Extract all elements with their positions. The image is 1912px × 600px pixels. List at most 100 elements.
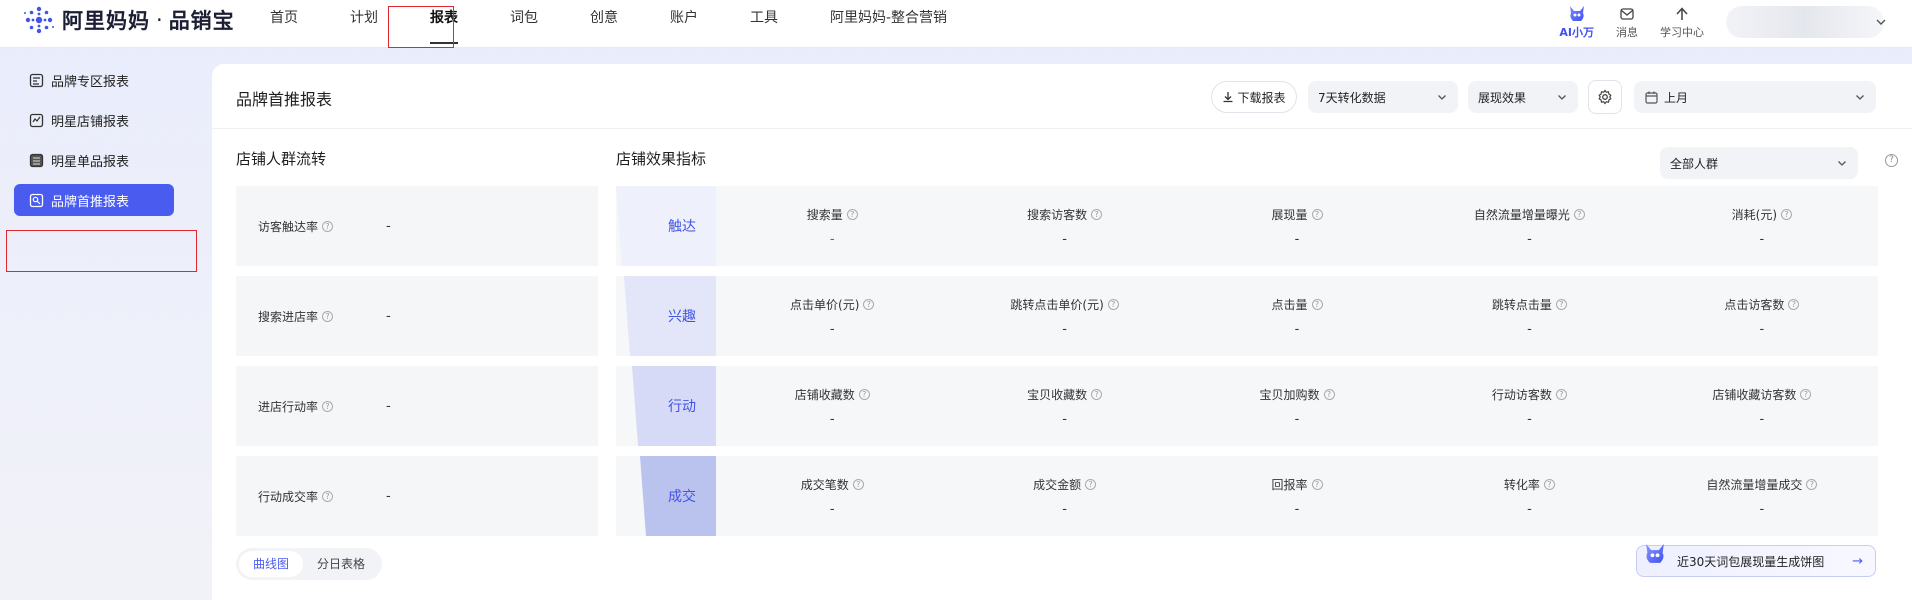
learning-center-button[interactable]: 学习中心 (1660, 0, 1704, 40)
date-range-select[interactable]: 上月 (1634, 81, 1876, 113)
sidebar-highlight-box (6, 230, 197, 272)
nav-item-wordpack[interactable]: 词包 (494, 0, 554, 46)
help-icon[interactable]: ? (322, 310, 334, 322)
stage-deal: 成交 (616, 456, 716, 536)
metric-name-text: 消耗(元) (1731, 208, 1778, 222)
metric-cell[interactable]: 店铺收藏数? - (716, 366, 948, 446)
help-icon[interactable]: ? (1800, 389, 1812, 400)
metric-name-text: 转化率 (1503, 478, 1540, 492)
metric-name: 自然流量增量曝光? (1474, 206, 1585, 224)
sidebar-item-star-product-report[interactable]: 明星单品报表 (14, 144, 174, 176)
help-icon[interactable]: ? (1885, 154, 1898, 167)
help-icon[interactable]: ? (1781, 209, 1793, 220)
nav-item-account[interactable]: 账户 (654, 0, 714, 46)
metric-cell[interactable]: 搜索访客数? - (948, 186, 1180, 266)
help-icon[interactable]: ? (846, 209, 858, 220)
metric-name-text: 宝贝收藏数 (1027, 388, 1088, 402)
metric-cell[interactable]: 消耗(元)? - (1646, 186, 1878, 266)
metric-cell[interactable]: 点击量? - (1181, 276, 1413, 356)
help-icon[interactable]: ? (1323, 389, 1335, 400)
metric-cell[interactable]: 搜索量? - (716, 186, 948, 266)
settings-button[interactable] (1588, 80, 1622, 114)
help-icon[interactable]: ? (1091, 209, 1103, 220)
funnel-stage-shape (624, 276, 716, 356)
metric-cell[interactable]: 点击访客数? - (1646, 276, 1878, 356)
nav-item-tools[interactable]: 工具 (734, 0, 794, 46)
nav-item-home[interactable]: 首页 (254, 0, 314, 46)
metric-cell[interactable]: 宝贝收藏数? - (948, 366, 1180, 446)
metric-cell[interactable]: 成交金额? - (948, 456, 1180, 536)
metric-name: 点击单价(元)? (790, 296, 875, 314)
sidebar-item-label: 品牌专区报表 (51, 74, 130, 90)
metric-value: - (1759, 321, 1765, 337)
metrics-section-title: 店铺效果指标 (616, 150, 707, 168)
tab-line-chart[interactable]: 曲线图 (239, 551, 304, 577)
help-icon[interactable]: ? (852, 479, 864, 490)
help-icon[interactable]: ? (1311, 209, 1323, 220)
metric-cell[interactable]: 自然流量增量成交? - (1646, 456, 1878, 536)
nav-item-integrated-marketing[interactable]: 阿里妈妈-整合营销 (814, 0, 963, 46)
metric-name: 转化率? (1504, 476, 1555, 494)
help-icon[interactable]: ? (322, 400, 334, 412)
metric-name: 跳转点击量? (1492, 296, 1567, 314)
help-icon[interactable]: ? (322, 490, 334, 502)
metric-cell[interactable]: 回报率? - (1181, 456, 1413, 536)
help-icon[interactable]: ? (858, 389, 870, 400)
effect-type-value: 展现效果 (1478, 90, 1527, 105)
help-icon[interactable]: ? (1311, 479, 1323, 490)
sidebar-item-brand-first-push-report[interactable]: 品牌首推报表 (14, 184, 174, 216)
download-report-button[interactable]: 下载报表 (1211, 81, 1297, 113)
help-icon[interactable]: ? (1555, 389, 1567, 400)
tab-daily-table[interactable]: 分日表格 (303, 551, 379, 577)
metric-value: - (1527, 501, 1532, 517)
metric-cell[interactable]: 成交笔数? - (716, 456, 948, 536)
help-icon[interactable]: ? (1555, 299, 1567, 310)
help-icon[interactable]: ? (1806, 479, 1818, 490)
user-account-menu[interactable] (1726, 6, 1886, 38)
metric-value: - (1759, 231, 1765, 247)
logo[interactable]: 阿里妈妈 · 品销宝 (22, 4, 235, 36)
metric-name: 宝贝收藏数? (1027, 386, 1103, 404)
metric-name-text: 店铺收藏访客数 (1712, 388, 1797, 402)
help-icon[interactable]: ? (322, 220, 334, 232)
report-icon (28, 72, 44, 88)
chevron-down-icon (1838, 161, 1846, 166)
ai-suggestion-button[interactable]: 近30天词包展现量生成饼图 → (1636, 543, 1876, 577)
metric-name-text: 成交金额 (1033, 478, 1082, 492)
metric-cell[interactable]: 展现量? - (1181, 186, 1413, 266)
messages-button[interactable]: 消息 (1616, 0, 1638, 40)
help-icon[interactable]: ? (1091, 389, 1103, 400)
metric-cell[interactable]: 行动访客数? - (1413, 366, 1645, 446)
metric-value: - (829, 501, 835, 517)
metric-cell[interactable]: 跳转点击量? - (1413, 276, 1645, 356)
help-icon[interactable]: ? (1107, 299, 1119, 310)
help-icon[interactable]: ? (1085, 479, 1097, 490)
metric-name-text: 行动访客数 (1491, 388, 1552, 402)
metric-row: 兴趣 点击单价(元)? - 跳转点击单价(元)? - 点击量? - 跳转点击量? - 点击访客数?… (616, 276, 1878, 356)
metric-cell[interactable]: 店铺收藏访客数? - (1646, 366, 1878, 446)
header-divider (212, 128, 1912, 129)
effect-type-select[interactable]: 展现效果 (1468, 81, 1578, 113)
sidebar-item-label: 明星单品报表 (51, 154, 130, 170)
sidebar-item-star-store-report[interactable]: 明星店铺报表 (14, 104, 174, 136)
nav-item-creative[interactable]: 创意 (574, 0, 634, 46)
help-icon[interactable]: ? (1543, 479, 1555, 490)
help-icon[interactable]: ? (863, 299, 875, 310)
metric-cell[interactable]: 转化率? - (1413, 456, 1645, 536)
help-icon[interactable]: ? (1573, 209, 1585, 220)
metric-cell[interactable]: 宝贝加购数? - (1181, 366, 1413, 446)
ai-assistant-button[interactable]: AI小万 (1559, 0, 1594, 40)
help-icon[interactable]: ? (1788, 299, 1800, 310)
metric-row: 触达 搜索量? - 搜索访客数? - 展现量? - 自然流量增量曝光? - 消耗(元)? - (616, 186, 1878, 266)
metric-cell[interactable]: 点击单价(元)? - (716, 276, 948, 356)
metric-name-text: 自然流量增量曝光 (1473, 208, 1570, 222)
nav-item-plan[interactable]: 计划 (334, 0, 394, 46)
metric-cell[interactable]: 自然流量增量曝光? - (1413, 186, 1645, 266)
crowd-select[interactable]: 全部人群 (1660, 147, 1858, 179)
sidebar-item-brand-zone-report[interactable]: 品牌专区报表 (14, 64, 174, 96)
help-icon[interactable]: ? (1311, 299, 1323, 310)
metric-cell[interactable]: 跳转点击单价(元)? - (948, 276, 1180, 356)
metric-row: 成交 成交笔数? - 成交金额? - 回报率? - 转化率? - 自然流量增量成交? - (616, 456, 1878, 536)
funnel-row-value: - (386, 308, 391, 324)
conversion-window-select[interactable]: 7天转化数据 (1308, 81, 1458, 113)
